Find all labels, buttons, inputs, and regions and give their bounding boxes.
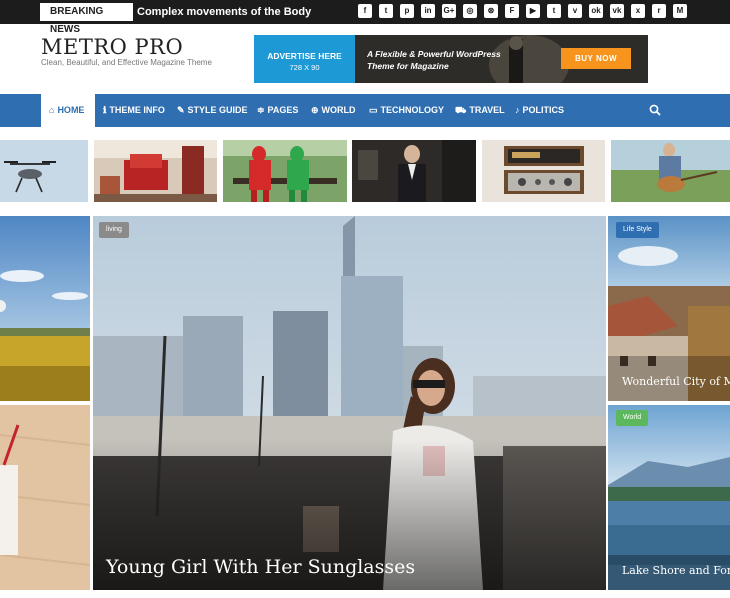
search-icon[interactable] bbox=[648, 103, 662, 117]
odnoklassniki-icon[interactable]: ok bbox=[589, 4, 603, 18]
tile-city-mikon[interactable]: Life Style Wonderful City of Mikon bbox=[608, 216, 730, 401]
car-icon: ⛟ bbox=[455, 105, 467, 115]
google-plus-icon[interactable]: G+ bbox=[442, 4, 456, 18]
guitar-image bbox=[611, 140, 730, 202]
nav-item-style-guide[interactable]: ✎ STYLE GUIDE bbox=[177, 94, 248, 127]
tumblr-icon[interactable]: t bbox=[547, 4, 561, 18]
tile-title-lake[interactable]: Lake Shore and Forest bbox=[622, 564, 730, 577]
nav-item-world[interactable]: ⊕ WORLD bbox=[311, 94, 356, 127]
nav-item-travel[interactable]: ⛟ TRAVEL bbox=[455, 94, 505, 127]
nav-label: HOME bbox=[57, 105, 85, 115]
youtube-icon[interactable]: ▶ bbox=[526, 4, 540, 18]
tile-field[interactable] bbox=[0, 216, 90, 401]
nav-item-home[interactable]: ⌂ HOME bbox=[49, 94, 84, 127]
thumb-man-suit[interactable] bbox=[352, 140, 476, 202]
lake-forest-image bbox=[608, 405, 730, 590]
facebook-icon[interactable]: f bbox=[358, 4, 372, 18]
nav-label: TECHNOLOGY bbox=[380, 105, 445, 115]
nav-label: STYLE GUIDE bbox=[187, 105, 248, 115]
thumb-red-chair[interactable] bbox=[94, 140, 217, 202]
nav-item-theme-info[interactable]: ℹ THEME INFO bbox=[103, 94, 165, 127]
man-suit-image bbox=[352, 140, 476, 202]
nav-item-pages[interactable]: ≑ PAGES bbox=[257, 94, 298, 127]
field-image bbox=[0, 216, 90, 401]
thumb-guitar[interactable] bbox=[611, 140, 730, 202]
city-rooftops-image bbox=[608, 216, 730, 401]
tile-wood[interactable] bbox=[0, 405, 90, 590]
nav-label: WORLD bbox=[321, 105, 356, 115]
xing-icon[interactable]: x bbox=[631, 4, 645, 18]
red-chair-image bbox=[94, 140, 217, 202]
nav-label: POLITICS bbox=[522, 105, 565, 115]
breaking-news-label: BREAKING NEWS bbox=[40, 3, 133, 35]
tile-lake-shore[interactable]: World Lake Shore and Forest bbox=[608, 405, 730, 590]
main-nav: ⌂ HOME ℹ THEME INFO ✎ STYLE GUIDE ≑ PAGES ⊕ W… bbox=[0, 94, 730, 127]
dribbble-icon[interactable]: ⊛ bbox=[484, 4, 498, 18]
tile-featured[interactable]: living Young Girl With Her Sunglasses bbox=[93, 216, 606, 590]
wood-desk-image bbox=[0, 405, 90, 590]
buy-now-button[interactable]: BUY NOW bbox=[561, 48, 631, 69]
vk-icon[interactable]: vk bbox=[610, 4, 624, 18]
nav-label: TRAVEL bbox=[469, 105, 505, 115]
globe-icon: ⊕ bbox=[311, 105, 319, 115]
nav-label: THEME INFO bbox=[109, 105, 165, 115]
ad-line-1: A Flexible & Powerful WordPress bbox=[367, 49, 501, 59]
nav-label: PAGES bbox=[267, 105, 299, 115]
drone-image bbox=[0, 140, 88, 202]
featured-title[interactable]: Young Girl With Her Sunglasses bbox=[106, 556, 415, 578]
tile-title-city[interactable]: Wonderful City of Mikon bbox=[622, 375, 730, 388]
thumb-stereo[interactable] bbox=[482, 140, 605, 202]
costumes-image bbox=[223, 140, 347, 202]
linkedin-icon[interactable]: in bbox=[421, 4, 435, 18]
nav-item-politics[interactable]: ♪ POLITICS bbox=[515, 94, 564, 127]
ad-copy: A Flexible & Powerful WordPress Theme fo… bbox=[367, 48, 501, 72]
ad-line-2: Theme for Magazine bbox=[367, 61, 449, 71]
ad-label-box: ADVERTISE HERE 728 X 90 bbox=[254, 35, 355, 83]
microphone-icon: ♪ bbox=[515, 105, 520, 115]
nav-item-technology[interactable]: ▭ TECHNOLOGY bbox=[369, 94, 444, 127]
monitor-icon: ▭ bbox=[369, 105, 378, 115]
twitter-icon[interactable]: t bbox=[379, 4, 393, 18]
ad-banner[interactable]: ADVERTISE HERE 728 X 90 A Flexible & Pow… bbox=[254, 35, 648, 83]
flickr-icon[interactable]: F bbox=[505, 4, 519, 18]
top-bar: BREAKING NEWS Complex movements of the B… bbox=[0, 0, 730, 35]
city-girl-image bbox=[93, 216, 606, 590]
pages-icon: ≑ bbox=[257, 105, 265, 115]
ad-label: ADVERTISE HERE bbox=[267, 51, 342, 61]
home-icon: ⌂ bbox=[49, 105, 55, 115]
ad-size: 728 X 90 bbox=[289, 63, 320, 72]
thumb-drone[interactable] bbox=[0, 140, 88, 202]
category-badge-lifestyle[interactable]: Life Style bbox=[616, 222, 659, 238]
site-tagline: Clean, Beautiful, and Effective Magazine… bbox=[41, 58, 212, 67]
category-badge-living[interactable]: living bbox=[99, 222, 129, 238]
category-badge-world[interactable]: World bbox=[616, 410, 649, 426]
paint-icon: ✎ bbox=[177, 105, 185, 115]
breaking-news-headline[interactable]: Complex movements of the Body bbox=[137, 0, 311, 24]
instagram-icon[interactable]: ◎ bbox=[463, 4, 477, 18]
site-title[interactable]: METRO PRO bbox=[41, 35, 183, 59]
info-icon: ℹ bbox=[103, 105, 107, 115]
reddit-icon[interactable]: r bbox=[652, 4, 666, 18]
pinterest-icon[interactable]: p bbox=[400, 4, 414, 18]
vimeo-icon[interactable]: v bbox=[568, 4, 582, 18]
social-links: f t p in G+ ◎ ⊛ F ▶ t v ok vk x r M bbox=[351, 4, 687, 20]
thumb-costumes[interactable] bbox=[223, 140, 347, 202]
medium-icon[interactable]: M bbox=[673, 4, 687, 18]
stereo-image bbox=[482, 140, 605, 202]
